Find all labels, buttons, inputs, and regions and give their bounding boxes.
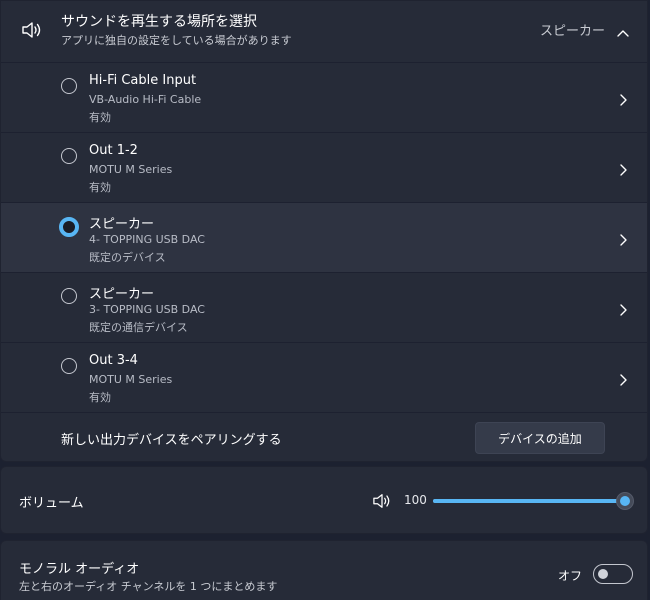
device-description: VB-Audio Hi-Fi Cable (89, 93, 202, 106)
speaker-icon (21, 20, 43, 44)
device-radio[interactable] (61, 148, 77, 164)
chevron-right-icon[interactable] (619, 301, 627, 320)
pair-new-device-row: 新しい出力デバイスをペアリングする デバイスの追加 (1, 413, 647, 461)
output-device-card: サウンドを再生する場所を選択 アプリに独自の設定をしている場合があります スピー… (0, 0, 648, 462)
chevron-right-icon[interactable] (619, 91, 627, 110)
device-description: 3- TOPPING USB DAC (89, 303, 205, 316)
toggle-knob (598, 569, 608, 579)
mono-audio-card: モノラル オーディオ 左と右のオーディオ チャンネルを 1 つにまとめます オフ (0, 540, 648, 600)
output-title: サウンドを再生する場所を選択 (61, 14, 257, 30)
device-name: Out 1-2 (89, 143, 138, 158)
device-name: Hi-Fi Cable Input (89, 73, 197, 88)
chevron-right-icon[interactable] (619, 231, 627, 250)
volume-label: ボリューム (19, 496, 84, 511)
device-radio[interactable] (61, 288, 77, 304)
chevron-right-icon[interactable] (619, 161, 627, 180)
mono-audio-title: モノラル オーディオ (19, 562, 140, 577)
add-device-button[interactable]: デバイスの追加 (475, 422, 605, 454)
device-status: 有効 (89, 181, 111, 194)
mono-audio-state: オフ (558, 569, 583, 583)
device-row-out-1-2[interactable]: Out 1-2 MOTU M Series 有効 (1, 133, 647, 203)
device-status: 有効 (89, 391, 111, 404)
device-radio[interactable] (61, 78, 77, 94)
device-name: Out 3-4 (89, 353, 138, 368)
volume-slider-thumb[interactable] (616, 492, 634, 510)
mono-audio-subtitle: 左と右のオーディオ チャンネルを 1 つにまとめます (19, 580, 278, 593)
device-status: 既定のデバイス (89, 251, 166, 264)
pair-device-label: 新しい出力デバイスをペアリングする (61, 433, 282, 448)
device-row-speaker-4-topping[interactable]: スピーカー 4- TOPPING USB DAC 既定のデバイス (1, 203, 647, 273)
current-output-device: スピーカー (539, 24, 605, 39)
device-status: 既定の通信デバイス (89, 321, 188, 334)
device-row-out-3-4[interactable]: Out 3-4 MOTU M Series 有効 (1, 343, 647, 413)
mono-audio-toggle[interactable] (593, 564, 633, 584)
device-name: スピーカー (89, 287, 155, 302)
device-radio[interactable] (61, 358, 77, 374)
device-row-hifi-cable[interactable]: Hi-Fi Cable Input VB-Audio Hi-Fi Cable 有… (1, 63, 647, 133)
device-description: 4- TOPPING USB DAC (89, 233, 205, 246)
volume-card: ボリューム 100 (0, 466, 648, 534)
output-header[interactable]: サウンドを再生する場所を選択 アプリに独自の設定をしている場合があります スピー… (1, 1, 647, 63)
device-name: スピーカー (89, 217, 155, 232)
sound-settings-page: サウンドを再生する場所を選択 アプリに独自の設定をしている場合があります スピー… (0, 0, 650, 600)
volume-slider-track[interactable] (433, 499, 625, 503)
device-description: MOTU M Series (89, 163, 173, 176)
speaker-icon[interactable] (371, 492, 393, 514)
device-description: MOTU M Series (89, 373, 173, 386)
output-subtitle: アプリに独自の設定をしている場合があります (61, 34, 292, 47)
device-row-speaker-3-topping[interactable]: スピーカー 3- TOPPING USB DAC 既定の通信デバイス (1, 273, 647, 343)
device-radio-selected[interactable] (59, 217, 79, 237)
chevron-up-icon[interactable] (617, 22, 629, 41)
device-status: 有効 (89, 111, 111, 124)
volume-slider-fill (433, 499, 625, 503)
volume-value: 100 (404, 493, 427, 507)
chevron-right-icon[interactable] (619, 371, 627, 390)
